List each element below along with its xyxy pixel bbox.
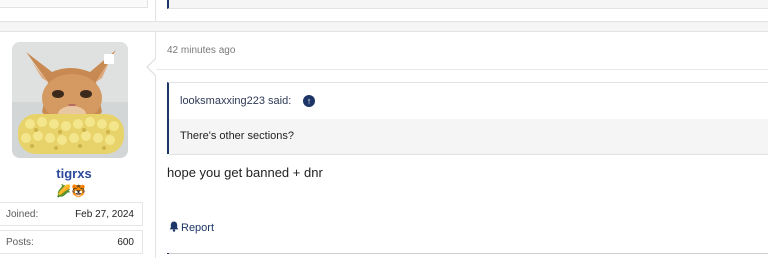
previous-post-quote — [167, 0, 768, 9]
quote-header: looksmaxxing223 said: ↑ — [169, 83, 768, 119]
bell-icon — [169, 221, 179, 232]
posts-value[interactable]: 600 — [117, 237, 134, 248]
previous-post-user-cell — [0, 0, 148, 8]
post-user-cell: tigrxs 🌽🐯 Joined: Feb 27, 2024 Posts: 60… — [0, 32, 148, 258]
report-button[interactable]: Report — [169, 221, 214, 234]
user-badges: 🌽🐯 — [56, 184, 96, 198]
posts-label: Posts: — [6, 237, 34, 248]
quote-block: looksmaxxing223 said: ↑ There's other se… — [167, 82, 768, 155]
joined-label: Joined: — [6, 209, 39, 220]
avatar[interactable] — [12, 42, 128, 158]
header-divider — [156, 69, 768, 70]
arrow-up-circle-icon[interactable]: ↑ — [303, 95, 315, 107]
forum-post: tigrxs 🌽🐯 Joined: Feb 27, 2024 Posts: 60… — [0, 31, 768, 258]
previous-post — [0, 0, 768, 22]
username[interactable]: tigrxs — [0, 166, 148, 181]
post-timestamp[interactable]: 42 minutes ago — [167, 45, 235, 56]
joined-value: Feb 27, 2024 — [75, 209, 134, 220]
avatar-overlay-square — [104, 54, 114, 64]
quote-author[interactable]: looksmaxxing223 said: — [180, 95, 291, 107]
post-pointer-arrow-fill — [148, 59, 156, 75]
quote-body: There's other sections? — [169, 119, 768, 155]
tiger-badge-icon: 🐯 — [70, 184, 86, 198]
thread-page: tigrxs 🌽🐯 Joined: Feb 27, 2024 Posts: 60… — [0, 0, 768, 258]
divider — [155, 0, 156, 22]
stat-joined: Joined: Feb 27, 2024 — [0, 202, 143, 226]
footer-divider — [167, 253, 768, 254]
quote-text: There's other sections? — [180, 130, 294, 142]
stat-posts: Posts: 600 — [0, 230, 143, 254]
post-message: hope you get banned + dnr — [167, 165, 323, 180]
report-label: Report — [181, 222, 215, 234]
corn-badge-icon: 🌽 — [56, 184, 71, 198]
